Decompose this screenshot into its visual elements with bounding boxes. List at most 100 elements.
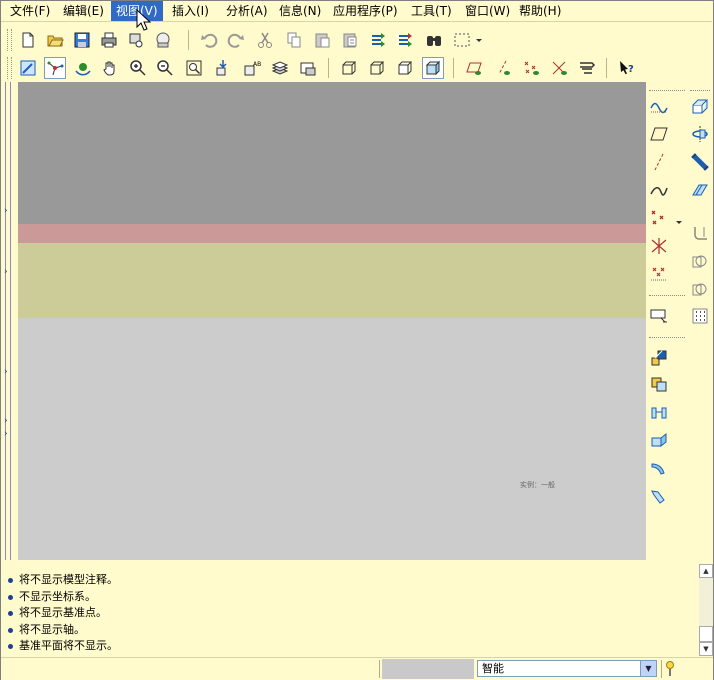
zoom-out-icon[interactable] [154,57,176,79]
chevron-right-icon[interactable]: › [4,430,12,439]
menu-edit[interactable]: 编辑(E) [58,1,109,21]
whats-this-icon[interactable]: ? [616,57,638,79]
chevron-right-icon[interactable]: › [4,417,12,426]
open-folder-icon[interactable] [44,29,66,51]
traffic-light-icon[interactable] [664,660,676,678]
round-icon[interactable] [688,222,712,246]
no-hidden-icon[interactable] [394,57,416,79]
toolbar-grip[interactable] [7,57,12,79]
datum-curve-icon[interactable] [647,178,671,202]
sketched-point-icon[interactable] [647,234,671,258]
datum-csys-icon[interactable] [548,57,570,79]
redo-icon[interactable] [225,29,247,51]
select-box-icon[interactable] [451,29,473,51]
blend-icon[interactable] [688,178,712,202]
pan-icon[interactable] [99,57,121,79]
regenerate-manager-icon[interactable] [394,29,416,51]
chevron-right-icon[interactable]: › [4,368,12,377]
draft-icon[interactable] [647,456,671,480]
mirror-icon[interactable] [647,346,671,370]
right-toolbar [646,82,713,560]
selection-filter[interactable]: 智能 ▼ [477,660,657,677]
chamfer-icon[interactable] [688,249,712,273]
view-manager-icon[interactable] [297,57,319,79]
message-line: 不显示坐标系。 [8,589,96,605]
save-icon[interactable] [71,29,93,51]
menu-analysis[interactable]: 分析(A) [221,1,273,21]
background-band [18,224,646,243]
layers-icon[interactable] [269,57,291,79]
message-line: 基准平面将不显示。 [8,638,118,654]
toolbar-separator [188,30,189,50]
hidden-line-icon[interactable] [366,57,388,79]
status-bar: 智能 ▼ [1,657,713,680]
chevron-down-icon[interactable] [674,210,684,234]
datum-planes-icon[interactable] [463,57,485,79]
print-icon[interactable] [98,29,120,51]
standard-toolbar [1,26,712,54]
saved-views-icon[interactable]: AB [241,57,263,79]
refit-icon[interactable] [183,57,205,79]
menu-applications[interactable]: 应用程序(P) [328,1,403,21]
plot-icon[interactable] [152,29,174,51]
hole-icon[interactable] [688,277,712,301]
trim-icon[interactable] [647,400,671,424]
chevron-down-icon[interactable] [473,29,485,51]
chevron-down-icon[interactable]: ▼ [640,661,656,676]
bullet-icon [8,627,13,633]
orient-mode-icon[interactable] [72,57,94,79]
cut-icon[interactable] [254,29,276,51]
undo-icon[interactable] [198,29,220,51]
find-icon[interactable] [423,29,445,51]
scroll-down-icon[interactable]: ▼ [699,642,713,656]
datum-point-icon[interactable] [647,206,671,230]
datum-plane-icon[interactable] [647,122,671,146]
extrude-icon[interactable] [688,94,712,118]
shading-icon[interactable] [422,57,444,79]
chevron-right-icon[interactable]: › [4,207,12,216]
paste-special-icon[interactable] [339,29,361,51]
pattern-icon[interactable] [688,304,712,328]
chevron-right-icon[interactable]: › [4,268,12,277]
menu-tools[interactable]: 工具(T) [406,1,457,21]
left-dock: › › › › › [1,82,18,560]
menu-bar: 文件(F) 编辑(E) 视图(V) 插入(I) 分析(A) 信息(N) 应用程序… [1,1,712,22]
datum-axes-icon[interactable] [492,57,514,79]
menu-file[interactable]: 文件(F) [5,1,55,21]
dock-bar[interactable] [5,82,11,560]
annotations-icon[interactable] [576,57,598,79]
offset-point-icon[interactable] [647,262,671,286]
paste-icon[interactable] [311,29,333,51]
menu-insert[interactable]: 插入(I) [167,1,214,21]
background-band [18,82,646,224]
menu-window[interactable]: 窗口(W) [460,1,515,21]
message-scrollbar[interactable]: ▲ ▼ [699,564,713,656]
datum-axis-icon[interactable] [647,150,671,174]
zoom-in-icon[interactable] [127,57,149,79]
regenerate-icon[interactable] [367,29,389,51]
spin-center-icon[interactable] [44,57,66,79]
new-file-icon[interactable] [17,29,39,51]
merge-icon[interactable] [647,372,671,396]
sketched-datum-curve-icon[interactable] [647,94,671,118]
copy-icon[interactable] [283,29,305,51]
graphics-window[interactable]: 实例：一般 [18,82,646,560]
datum-points-icon[interactable] [520,57,542,79]
background-band [18,318,646,560]
scroll-thumb[interactable] [699,626,713,642]
repaint-icon[interactable] [17,57,39,79]
toolbar-grip[interactable] [7,29,12,51]
sweep-icon[interactable] [688,150,712,174]
message-line: 将不显示基准点。 [8,605,107,621]
revolve-icon[interactable] [688,122,712,146]
menu-info[interactable]: 信息(N) [274,1,326,21]
wireframe-icon[interactable] [338,57,360,79]
shell-icon[interactable] [647,304,671,328]
scroll-up-icon[interactable]: ▲ [699,564,713,578]
rib-icon[interactable] [647,428,671,452]
background-band [18,243,646,318]
reorient-icon[interactable] [212,57,234,79]
menu-help[interactable]: 帮助(H) [514,1,566,21]
edit-definition-icon[interactable] [647,484,671,508]
bullet-icon [8,643,13,649]
